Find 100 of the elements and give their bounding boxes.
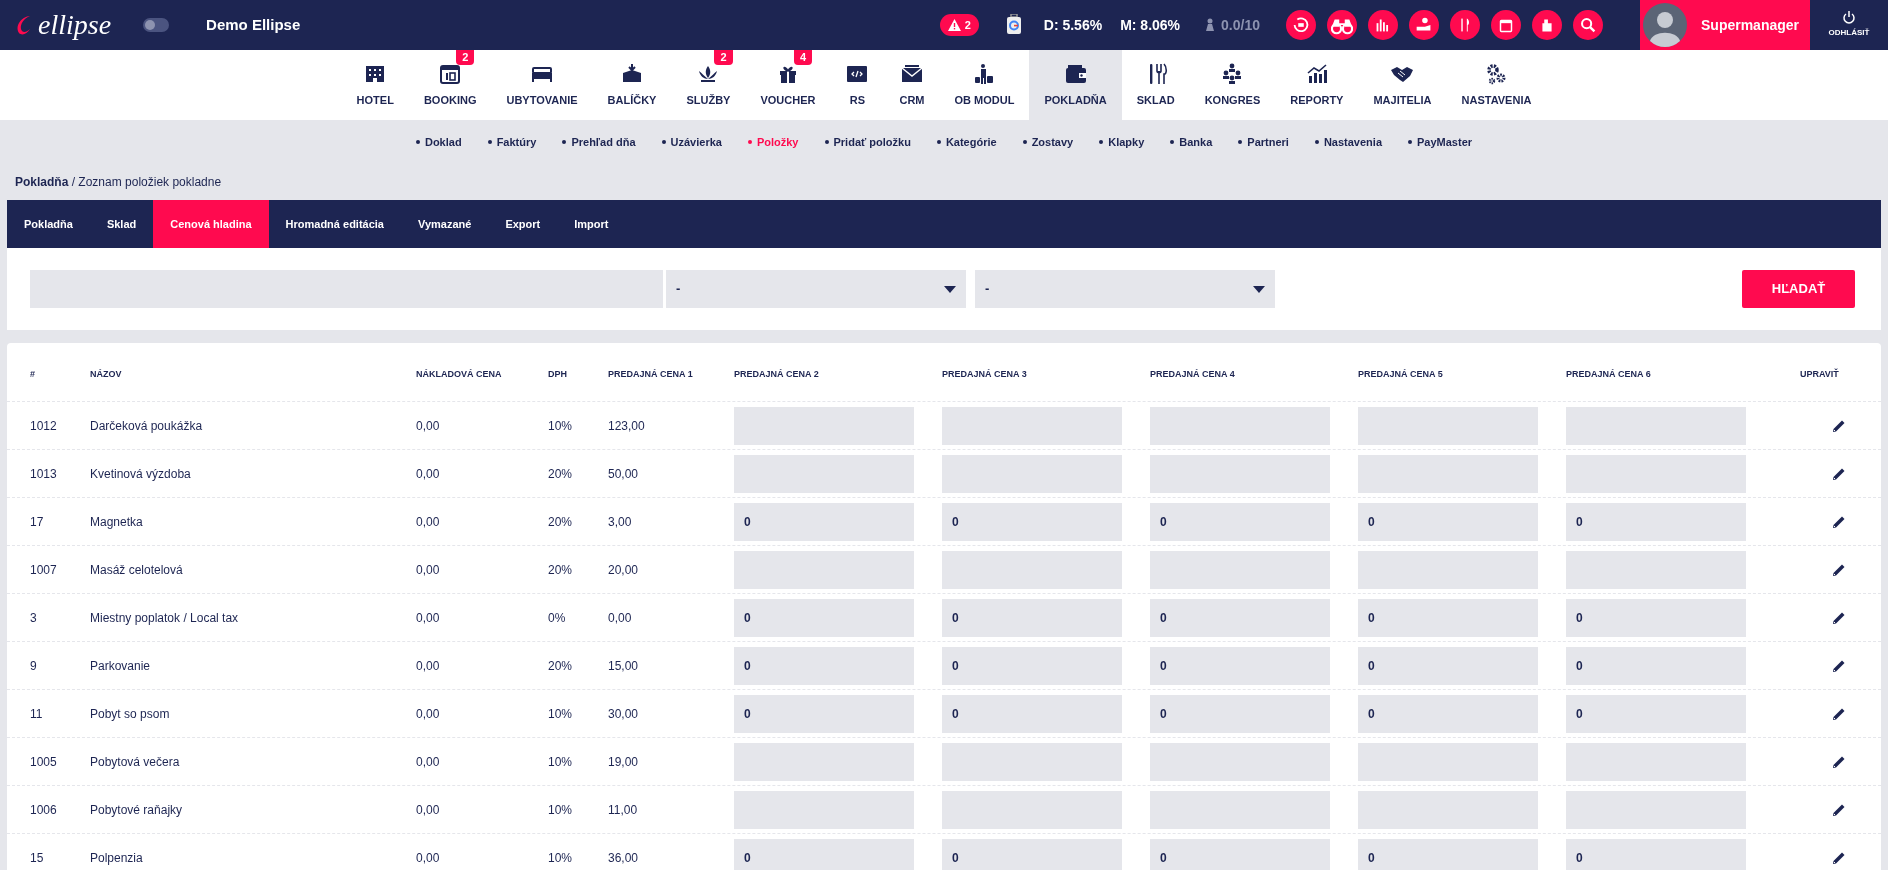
table-cell: 0,00 — [416, 706, 440, 721]
dropdown[interactable]: - — [975, 270, 1275, 308]
subnav-link[interactable]: Kategórie — [936, 133, 997, 151]
alert-badge[interactable]: 2 — [939, 14, 979, 36]
price-field[interactable] — [1150, 550, 1330, 589]
dropdown[interactable]: - — [666, 270, 966, 308]
price-field[interactable] — [1566, 790, 1746, 829]
price-field[interactable] — [734, 790, 914, 829]
pencil-icon[interactable] — [1832, 802, 1846, 817]
price-field[interactable] — [1150, 406, 1330, 445]
price-field[interactable]: 0 — [1150, 502, 1330, 541]
price-field[interactable] — [1150, 454, 1330, 493]
pencil-icon[interactable] — [1832, 514, 1846, 529]
price-field[interactable] — [942, 790, 1122, 829]
price-field[interactable]: 0 — [734, 838, 914, 870]
pencil-icon[interactable] — [1832, 562, 1846, 577]
price-field[interactable]: 0 — [942, 646, 1122, 685]
pencil-icon[interactable] — [1832, 850, 1846, 865]
logout-button[interactable]: ODHLÁSIŤ — [1810, 0, 1888, 50]
module-tab[interactable]: POKLADŇA — [1029, 50, 1122, 120]
pencil-icon[interactable] — [1832, 466, 1846, 481]
price-field[interactable]: 0 — [1358, 694, 1538, 733]
price-field[interactable] — [942, 406, 1122, 445]
table-cell: 50,00 — [608, 466, 639, 481]
price-field[interactable]: 0 — [1150, 694, 1330, 733]
price-field[interactable] — [734, 406, 914, 445]
price-field[interactable]: 0 — [1358, 502, 1538, 541]
price-field[interactable] — [1566, 454, 1746, 493]
price-field[interactable] — [1566, 742, 1746, 781]
hand-person-button[interactable] — [1409, 10, 1439, 40]
price-field[interactable] — [1358, 550, 1538, 589]
subnav-link[interactable]: Nastavenia — [1314, 133, 1382, 151]
price-field[interactable]: 0 — [1566, 502, 1746, 541]
price-field[interactable]: 0 — [1150, 598, 1330, 637]
price-field[interactable] — [942, 550, 1122, 589]
price-field[interactable]: 0 — [1566, 598, 1746, 637]
subnav-link[interactable]: PayMaster — [1408, 133, 1473, 151]
price-field[interactable] — [1150, 742, 1330, 781]
price-field[interactable] — [734, 550, 914, 589]
price-field[interactable] — [1358, 790, 1538, 829]
luggage-icon — [1006, 14, 1021, 36]
price-field[interactable]: 0 — [942, 694, 1122, 733]
pencil-icon[interactable] — [1832, 658, 1846, 673]
pencil-icon[interactable] — [1832, 418, 1846, 433]
tab[interactable]: Cenová hladina — [153, 200, 269, 248]
price-field[interactable] — [734, 742, 914, 781]
logo[interactable]: ellipse — [14, 11, 112, 39]
price-field[interactable]: 0 — [942, 502, 1122, 541]
price-field[interactable]: 0 — [1566, 646, 1746, 685]
price-field[interactable] — [1358, 406, 1538, 445]
user-menu[interactable]: Supermanager — [1640, 0, 1810, 50]
bar-chart-button[interactable] — [1368, 10, 1398, 40]
subnav-link[interactable]: Partneri — [1238, 133, 1289, 151]
price-field[interactable]: 0 — [1566, 694, 1746, 733]
price-field[interactable]: 0 — [1358, 646, 1538, 685]
bag-button[interactable] — [1532, 10, 1562, 40]
price-field[interactable]: 0 — [734, 646, 914, 685]
price-field[interactable] — [1150, 790, 1330, 829]
price-field[interactable]: 0 — [734, 598, 914, 637]
binoculars-button[interactable] — [1327, 10, 1357, 40]
calendar-button[interactable] — [1491, 10, 1521, 40]
price-field[interactable]: 0 — [1358, 838, 1538, 870]
search-field[interactable] — [30, 270, 663, 308]
price-field[interactable] — [1358, 742, 1538, 781]
subnav-link[interactable]: Faktúry — [487, 133, 537, 151]
pencil-icon[interactable] — [1832, 610, 1846, 625]
clock-24-button[interactable] — [1286, 10, 1316, 40]
occupancy-month: M: 8.06% — [1120, 15, 1181, 35]
table-cell: 1013 — [30, 466, 57, 481]
subnav-link[interactable]: Doklad — [415, 133, 462, 151]
subnav-link[interactable]: Zostavy — [1022, 133, 1074, 151]
price-field[interactable]: 0 — [942, 598, 1122, 637]
price-field[interactable] — [942, 742, 1122, 781]
pencil-icon[interactable] — [1832, 706, 1846, 721]
price-field[interactable] — [1358, 454, 1538, 493]
cutlery-button[interactable] — [1450, 10, 1480, 40]
search-button[interactable]: HĽADAŤ — [1742, 270, 1855, 308]
subnav-link[interactable]: Banka — [1170, 133, 1213, 151]
price-field[interactable] — [734, 454, 914, 493]
price-field[interactable] — [1566, 550, 1746, 589]
subnav-link[interactable]: Prehľad dňa — [562, 133, 636, 151]
price-field[interactable] — [942, 454, 1122, 493]
table-cell: 0,00 — [416, 514, 440, 529]
warning-icon — [947, 19, 961, 31]
count-badge: 4 — [793, 50, 813, 65]
price-field[interactable]: 0 — [734, 502, 914, 541]
subnav-link[interactable]: Pridať položku — [824, 133, 911, 151]
price-field[interactable] — [1566, 406, 1746, 445]
price-field[interactable]: 0 — [1150, 646, 1330, 685]
price-field[interactable]: 0 — [734, 694, 914, 733]
subnav-link[interactable]: Uzávierka — [661, 133, 722, 151]
pencil-icon[interactable] — [1832, 754, 1846, 769]
price-field[interactable]: 0 — [1358, 598, 1538, 637]
price-field[interactable]: 0 — [942, 838, 1122, 870]
search-button[interactable] — [1573, 10, 1603, 40]
toggle-switch[interactable] — [143, 18, 170, 32]
table-cell: Masáž celotelová — [90, 562, 183, 577]
price-field[interactable]: 0 — [1566, 838, 1746, 870]
price-field[interactable]: 0 — [1150, 838, 1330, 870]
subnav-link[interactable]: Klapky — [1099, 133, 1145, 151]
